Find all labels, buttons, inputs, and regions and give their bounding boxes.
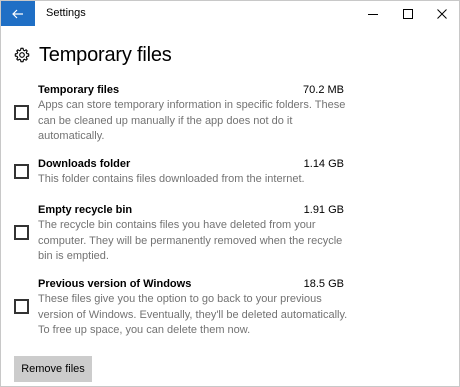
item-size: 18.5 GB bbox=[303, 278, 344, 290]
minimize-icon bbox=[368, 13, 378, 15]
storage-item-temporary-files: Temporary files 70.2 MB Apps can store t… bbox=[14, 84, 349, 142]
item-size: 70.2 MB bbox=[303, 84, 344, 96]
maximize-icon bbox=[403, 8, 413, 19]
storage-item-empty-recycle-bin: Empty recycle bin 1.91 GB The recycle bi… bbox=[14, 204, 349, 262]
maximize-button[interactable] bbox=[391, 1, 425, 26]
gear-icon bbox=[14, 47, 30, 63]
downloads-folder-checkbox[interactable] bbox=[14, 164, 29, 179]
storage-item-downloads-folder: Downloads folder 1.14 GB This folder con… bbox=[14, 158, 349, 190]
item-header: Downloads folder 1.14 GB bbox=[38, 158, 344, 172]
close-icon bbox=[437, 8, 447, 19]
title-bar: Settings bbox=[1, 1, 459, 26]
item-name: Empty recycle bin bbox=[38, 204, 133, 216]
app-title: Settings bbox=[46, 7, 86, 19]
item-name: Downloads folder bbox=[38, 158, 131, 170]
back-arrow-icon bbox=[12, 9, 23, 18]
page-header: Temporary files bbox=[14, 42, 172, 68]
item-header: Previous version of Windows 18.5 GB bbox=[38, 278, 344, 292]
item-size: 1.14 GB bbox=[303, 158, 344, 170]
item-header: Temporary files 70.2 MB bbox=[38, 84, 344, 98]
item-name: Temporary files bbox=[38, 84, 120, 96]
minimize-button[interactable] bbox=[356, 1, 390, 26]
back-button[interactable] bbox=[1, 1, 35, 26]
item-description: The recycle bin contains files you have … bbox=[38, 219, 343, 262]
empty-recycle-bin-checkbox[interactable] bbox=[14, 225, 29, 240]
remove-files-button[interactable]: Remove files bbox=[14, 356, 92, 382]
item-description: These files give you the option to go ba… bbox=[38, 293, 348, 336]
storage-item-previous-windows: Previous version of Windows 18.5 GB Thes… bbox=[14, 278, 349, 338]
previous-windows-checkbox[interactable] bbox=[14, 299, 29, 314]
item-size: 1.91 GB bbox=[303, 204, 344, 216]
item-description: This folder contains files downloaded fr… bbox=[38, 173, 305, 185]
item-name: Previous version of Windows bbox=[38, 278, 192, 290]
item-description: Apps can store temporary information in … bbox=[38, 99, 346, 142]
close-button[interactable] bbox=[425, 1, 459, 26]
settings-window: Settings Temporary files Temporary files… bbox=[0, 0, 460, 387]
item-header: Empty recycle bin 1.91 GB bbox=[38, 204, 344, 218]
temporary-files-checkbox[interactable] bbox=[14, 105, 29, 120]
page-title: Temporary files bbox=[39, 43, 172, 66]
